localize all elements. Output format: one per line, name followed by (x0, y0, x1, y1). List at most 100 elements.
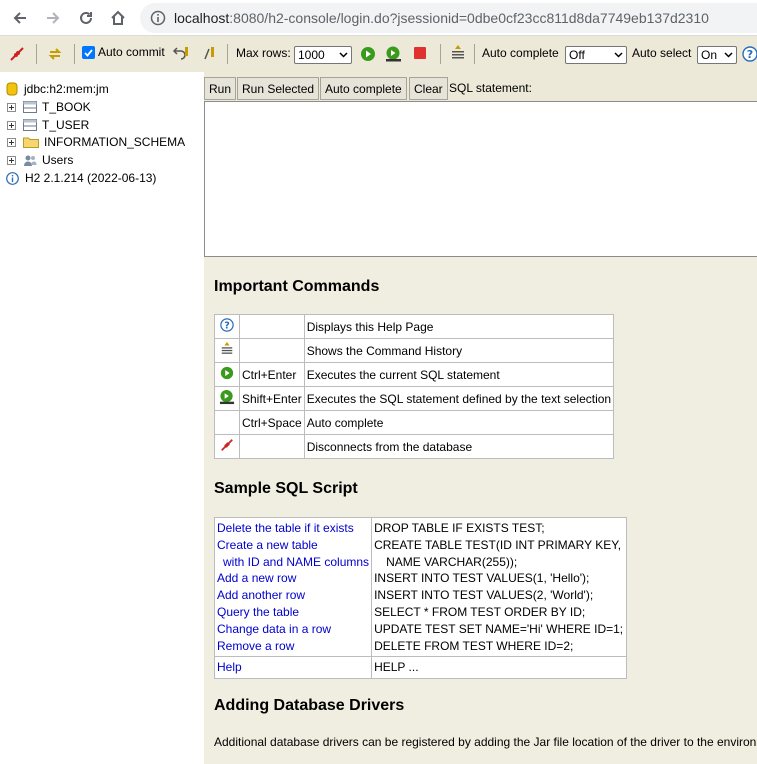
info-icon (6, 171, 19, 185)
history-button[interactable] (450, 44, 466, 62)
expand-icon[interactable] (7, 120, 16, 130)
description-cell: Executes the SQL statement defined by th… (303, 386, 615, 411)
run-selected-sql-button[interactable]: Run Selected (237, 77, 320, 100)
rollback-button[interactable] (172, 45, 190, 61)
shortcut-cell: Ctrl+Space (239, 410, 305, 435)
home-icon (111, 10, 125, 25)
history-icon (221, 342, 233, 354)
important-commands-heading: Important Commands (214, 278, 380, 295)
sample-link[interactable]: Add another row (217, 587, 369, 604)
commit-button[interactable] (202, 45, 218, 61)
description-cell: Disconnects from the database (303, 434, 615, 459)
shortcut-cell (239, 314, 305, 339)
run-selected-button[interactable] (385, 46, 402, 62)
sample-code-line: NAME VARCHAR(255)); (386, 554, 518, 569)
sample-sql-table: Delete the table if it exists Create a n… (213, 516, 628, 680)
disconnect-icon (10, 47, 24, 61)
sample-code-line: CREATE TABLE TEST(ID INT PRIMARY KEY, (374, 537, 622, 552)
sample-link[interactable]: Create a new table (217, 537, 369, 554)
run-button[interactable] (360, 46, 376, 62)
tree-item-t-book[interactable]: T_BOOK (0, 98, 91, 116)
toolbar-separator (36, 44, 37, 64)
address-bar[interactable]: localhost:8080/h2-console/login.do?jsess… (140, 3, 757, 33)
help-icon: ? (742, 46, 757, 62)
adding-drivers-heading: Adding Database Drivers (214, 697, 405, 714)
sample-link[interactable]: Query the table (217, 604, 369, 621)
run-icon (220, 366, 234, 380)
chevron-down-icon (724, 52, 733, 58)
tree-item-label: Users (42, 153, 74, 167)
tree-item-t-user[interactable]: T_USER (0, 116, 89, 134)
run-sql-button[interactable]: Run (204, 77, 237, 100)
sample-code-line: DROP TABLE IF EXISTS TEST; (374, 521, 545, 535)
auto-complete-select[interactable]: Off (565, 46, 627, 64)
tree-item-users[interactable]: Users (0, 151, 73, 169)
stop-button[interactable] (413, 46, 427, 60)
tree-item-information-schema[interactable]: INFORMATION_SCHEMA (0, 133, 185, 151)
reload-icon (80, 11, 92, 24)
connection-label: jdbc:h2:mem:jm (24, 82, 109, 96)
table-row: Help HELP ... (213, 656, 628, 680)
disconnect-button[interactable] (9, 46, 25, 62)
description-cell: Shows the Command History (303, 338, 615, 363)
sample-code-line: UPDATE TEST SET NAME='Hi' WHERE ID=1; (374, 621, 624, 636)
clear-button[interactable]: Clear (409, 77, 448, 100)
refresh-icon (48, 48, 62, 60)
sample-code-line: SELECT * FROM TEST ORDER BY ID; (374, 604, 586, 619)
auto-complete-value: Off (569, 48, 585, 62)
tree-item-label: T_USER (42, 118, 90, 132)
auto-commit-label: Auto commit (98, 45, 165, 59)
commands-table: ? Displays this Help Page Shows the Comm… (214, 314, 615, 459)
forward-button[interactable] (41, 6, 65, 30)
tree-connection[interactable]: jdbc:h2:mem:jm (6, 80, 109, 98)
help-link[interactable]: Help (213, 656, 373, 680)
h2-toolbar: Auto commit Max rows: 1000 Auto complete… (0, 36, 757, 72)
table-row: Disconnects from the database (214, 434, 615, 459)
auto-complete-button[interactable]: Auto complete (320, 77, 407, 100)
auto-complete-label: Auto complete (482, 46, 559, 60)
table-icon (23, 119, 37, 131)
shortcut-cell (239, 434, 305, 459)
tree-item-label: T_BOOK (42, 100, 91, 114)
sample-link[interactable]: Remove a row (217, 638, 369, 655)
chevron-down-icon (339, 52, 348, 58)
users-icon (24, 155, 37, 166)
expand-icon[interactable] (7, 102, 16, 112)
tree-version: H2 2.1.214 (2022-06-13) (6, 169, 156, 187)
auto-select-select[interactable]: On (697, 46, 737, 64)
expand-icon[interactable] (7, 137, 16, 147)
shortcut-cell: Shift+Enter (239, 386, 305, 411)
toolbar-separator (74, 44, 75, 64)
site-info-icon[interactable] (150, 10, 166, 29)
table-row: ? Displays this Help Page (214, 314, 615, 339)
sample-link[interactable]: Delete the table if it exists (217, 520, 369, 537)
url-text: localhost:8080/h2-console/login.do?jsess… (174, 10, 709, 26)
drivers-description: Additional database drivers can be regis… (214, 735, 757, 749)
table-row: Ctrl+Space Auto complete (214, 410, 615, 435)
max-rows-label: Max rows: (236, 46, 291, 60)
forward-arrow-icon (47, 12, 60, 24)
sample-link[interactable]: Change data in a row (217, 621, 369, 638)
home-button[interactable] (106, 6, 130, 30)
history-icon (452, 45, 464, 59)
help-button[interactable]: ? (742, 46, 757, 62)
sample-link[interactable]: with ID and NAME columns (217, 554, 369, 571)
sql-editor[interactable] (204, 101, 757, 257)
refresh-button[interactable] (47, 46, 63, 62)
max-rows-value: 1000 (298, 48, 325, 62)
expand-icon[interactable] (7, 155, 16, 165)
back-button[interactable] (8, 6, 32, 30)
auto-commit-checkbox[interactable] (82, 45, 95, 59)
max-rows-select[interactable]: 1000 (294, 46, 352, 64)
description-cell: Displays this Help Page (303, 314, 615, 339)
sample-sql-heading: Sample SQL Script (214, 480, 358, 497)
auto-commit-toggle[interactable]: Auto commit (82, 45, 165, 59)
stop-icon (414, 47, 426, 59)
sample-links-cell: Delete the table if it exists Create a n… (213, 516, 373, 658)
tree-item-label: INFORMATION_SCHEMA (44, 135, 186, 149)
sample-link[interactable]: Add a new row (217, 570, 369, 587)
sample-code-line: INSERT INTO TEST VALUES(1, 'Hello'); (374, 571, 590, 586)
reload-button[interactable] (74, 6, 98, 30)
max-rows-control: Max rows: (236, 46, 291, 60)
schema-tree: jdbc:h2:mem:jm T_BOOK T_USER INFORMATION… (0, 72, 204, 764)
